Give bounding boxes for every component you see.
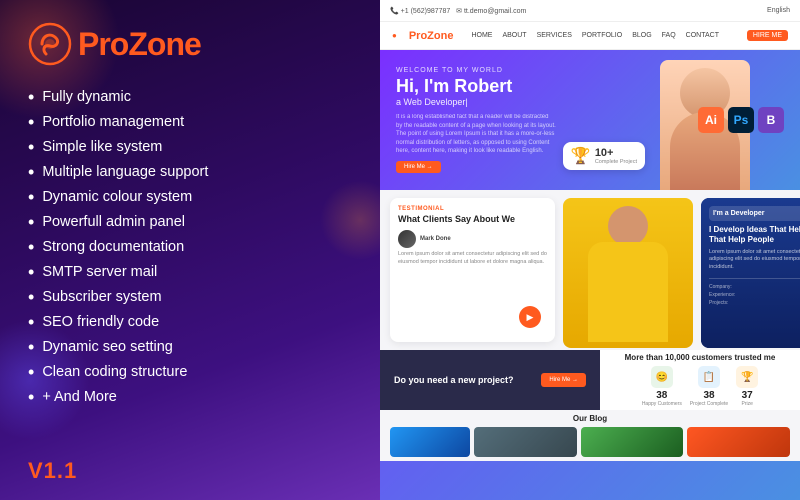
mock-bottom-cta-area: Do you need a new project? Hire Me → (380, 350, 600, 410)
developer-card-desc: Lorem ipsum dolor sit amet consectetur a… (709, 249, 800, 272)
mock-stats-area: More than 10,000 customers trusted me 😊 … (600, 350, 800, 410)
mock-stat-prizes: 🏆 37 Prize (736, 366, 758, 407)
mock-bottom-area: Do you need a new project? Hire Me → Mor… (380, 350, 800, 410)
mock-cta-button[interactable]: Hire Me → (541, 373, 586, 387)
mock-stat-happy-val: 38 (656, 390, 667, 401)
mock-hero-subtitle: a Web Developer| (396, 97, 698, 107)
mock-blog-title: Our Blog (390, 414, 790, 423)
blog-post-1 (390, 427, 470, 457)
mock-nav-faq[interactable]: FAQ (662, 32, 676, 39)
mock-developer-section: I'm a Developer I Develop Ideas That Hel… (701, 198, 800, 348)
mock-review-text: Lorem ipsum dolor sit amet consectetur a… (398, 251, 547, 266)
feature-item: Dynamic seo setting (28, 334, 352, 359)
feature-item: Subscriber system (28, 284, 352, 309)
mock-topbar: 📞 +1 (562)987787 ✉ tt.demo@gmail.com Eng… (380, 0, 800, 22)
mock-nav-contact[interactable]: CONTACT (686, 32, 719, 39)
mock-hero-icons: Ai Ps B (698, 107, 784, 133)
mock-person-yellow (563, 198, 693, 348)
feature-item: Strong documentation (28, 234, 352, 259)
mock-hero-welcome: WELCOME TO MY WORLD (396, 67, 698, 74)
prize-icon: 🏆 (736, 366, 758, 388)
mock-table-row: Experience:5 Years (709, 291, 800, 299)
mock-hero-right: Ai Ps B (698, 107, 784, 133)
mock-reviewer-avatar (398, 230, 416, 248)
feature-item: + And More (28, 384, 352, 409)
mock-lower: Testimonial What Clients Say About We Ma… (380, 190, 800, 350)
mock-testimonial-label: Testimonial (398, 206, 547, 212)
mock-hero-desc: It is a long established fact that a rea… (396, 113, 556, 155)
bootstrap-icon: B (758, 107, 784, 133)
mock-blog-posts (390, 427, 790, 457)
blog-post-2 (474, 427, 577, 457)
mock-nav-services[interactable]: SERVICES (537, 32, 572, 39)
projects-icon: 📋 (698, 366, 720, 388)
mock-nav-home[interactable]: HOME (471, 32, 492, 39)
mock-nav-logo: ProZone (409, 30, 454, 42)
adobe-photoshop-icon: Ps (728, 107, 754, 133)
right-panel: 📞 +1 (562)987787 ✉ tt.demo@gmail.com Eng… (380, 0, 800, 500)
mock-nav-portfolio[interactable]: PORTFOLIO (582, 32, 622, 39)
mock-stat-proj-lbl: Project Complete (690, 401, 728, 407)
mock-nav-blog[interactable]: BLOG (632, 32, 651, 39)
mock-stat-projects: 📋 38 Project Complete (690, 366, 728, 407)
mock-reviewer-name: Mark Done (420, 236, 451, 242)
left-panel: ProZone Fully dynamicPortfolio managemen… (0, 0, 380, 500)
mock-hero-title: Hi, I'm Robert (396, 77, 698, 97)
version-badge: V1.1 (28, 458, 352, 484)
mock-card-testimonial: Testimonial What Clients Say About We Ma… (390, 198, 555, 342)
feature-item: Clean coding structure (28, 359, 352, 384)
blog-post-4 (687, 427, 790, 457)
topbar-language: English (767, 7, 790, 14)
mock-cta-text: Do you need a new project? (394, 375, 514, 385)
mock-stat-happy-customers: 😊 38 Happy Customers (642, 366, 682, 407)
mock-stat-prize-lbl: Prize (741, 401, 752, 407)
feature-item: Simple like system (28, 134, 352, 159)
feature-item: Multiple language support (28, 159, 352, 184)
logo-text: ProZone (78, 26, 201, 63)
blog-post-3 (581, 427, 684, 457)
topbar-phone: 📞 +1 (562)987787 ✉ tt.demo@gmail.com (390, 7, 526, 15)
mock-stat-proj-val: 38 (703, 390, 714, 401)
mock-blog-section: Our Blog (380, 410, 800, 461)
feature-item: SMTP server mail (28, 259, 352, 284)
logo: ProZone (28, 22, 352, 66)
mock-nav: ● ProZone HOME ABOUT SERVICES PORTFOLIO … (380, 22, 800, 50)
mock-stat-happy-lbl: Happy Customers (642, 401, 682, 407)
feature-item: SEO friendly code (28, 309, 352, 334)
mock-testimonial-title: What Clients Say About We (398, 214, 547, 224)
feature-list: Fully dynamicPortfolio managementSimple … (28, 84, 352, 450)
mock-stats-row: 😊 38 Happy Customers 📋 38 Project Comple… (642, 366, 758, 407)
screenshot-main: 📞 +1 (562)987787 ✉ tt.demo@gmail.com Eng… (380, 0, 800, 500)
mock-table-row: Projects:10+ (709, 299, 800, 307)
developer-badge-text: I'm a Developer (713, 210, 800, 217)
adobe-illustrator-icon: Ai (698, 107, 724, 133)
happy-customers-icon: 😊 (651, 366, 673, 388)
mock-table-row: Company:ABC Corp (709, 283, 800, 291)
feature-item: Portfolio management (28, 109, 352, 134)
feature-item: Dynamic colour system (28, 184, 352, 209)
mock-hero: WELCOME TO MY WORLD Hi, I'm Robert a Web… (380, 50, 800, 190)
mock-nav-cta[interactable]: HIRE ME (747, 30, 788, 41)
mock-nav-about[interactable]: ABOUT (502, 32, 526, 39)
feature-item: Fully dynamic (28, 84, 352, 109)
mock-stat-prize-val: 37 (742, 390, 753, 401)
mock-hero-text: WELCOME TO MY WORLD Hi, I'm Robert a Web… (396, 67, 698, 174)
mock-stats-title: More than 10,000 customers trusted me (625, 353, 776, 362)
feature-item: Powerfull admin panel (28, 209, 352, 234)
developer-card-title: I Develop Ideas That Help That Help Peop… (709, 225, 800, 246)
mock-hero-cta[interactable]: Hire Me → (396, 161, 441, 173)
play-button-icon[interactable]: ▶ (519, 306, 541, 328)
